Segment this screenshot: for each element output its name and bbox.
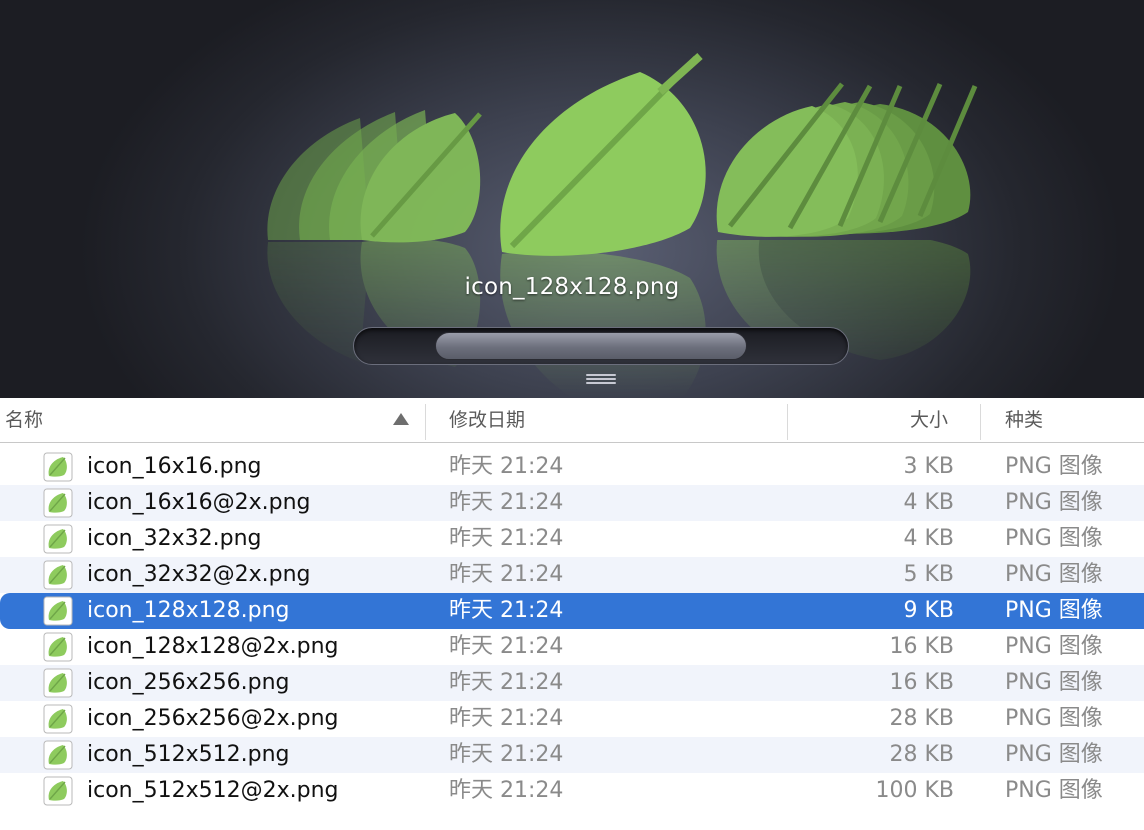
file-kind: PNG 图像: [1005, 454, 1103, 479]
file-size: 4 KB: [903, 490, 954, 515]
file-name: icon_128x128.png: [87, 598, 290, 623]
column-header-size[interactable]: 大小: [910, 398, 948, 442]
file-size: 28 KB: [889, 706, 954, 731]
preview-file-name: icon_128x128.png: [464, 274, 680, 300]
leaf-png-icon: [43, 488, 73, 518]
file-row[interactable]: icon_32x32.png 昨天 21:24 4 KB PNG 图像: [0, 521, 1144, 557]
file-name: icon_256x256.png: [87, 670, 290, 695]
file-size: 4 KB: [903, 526, 954, 551]
file-row[interactable]: icon_128x128@2x.png 昨天 21:24 16 KB PNG 图…: [0, 629, 1144, 665]
leaf-png-icon: [43, 668, 73, 698]
cover-right-stack: [716, 82, 978, 237]
column-header-date[interactable]: 修改日期: [449, 398, 525, 442]
leaf-png-icon: [43, 704, 73, 734]
file-date: 昨天 21:24: [449, 562, 564, 587]
column-divider[interactable]: [980, 404, 981, 440]
leaf-png-icon: [43, 740, 73, 770]
file-kind: PNG 图像: [1005, 742, 1103, 767]
cover-flow-scroll-thumb[interactable]: [435, 332, 747, 360]
column-header-kind[interactable]: 种类: [1005, 398, 1043, 442]
file-date: 昨天 21:24: [449, 706, 564, 731]
file-size: 28 KB: [889, 742, 954, 767]
file-name: icon_16x16.png: [87, 454, 262, 479]
leaf-png-icon: [43, 452, 73, 482]
file-name: icon_128x128@2x.png: [87, 634, 339, 659]
leaf-png-icon: [43, 560, 73, 590]
file-name: icon_256x256@2x.png: [87, 706, 339, 731]
cover-center-leaf: [500, 53, 706, 256]
file-kind: PNG 图像: [1005, 526, 1103, 551]
file-row[interactable]: icon_512x512.png 昨天 21:24 28 KB PNG 图像: [0, 737, 1144, 773]
file-size: 5 KB: [903, 562, 954, 587]
file-kind: PNG 图像: [1005, 670, 1103, 695]
leaf-png-icon: [43, 776, 73, 806]
file-date: 昨天 21:24: [449, 490, 564, 515]
file-kind: PNG 图像: [1005, 490, 1103, 515]
cover-reflections: [267, 230, 971, 398]
file-row[interactable]: icon_32x32@2x.png 昨天 21:24 5 KB PNG 图像: [0, 557, 1144, 593]
file-kind: PNG 图像: [1005, 706, 1103, 731]
file-name: icon_32x32.png: [87, 526, 262, 551]
file-row-selected[interactable]: icon_128x128.png 昨天 21:24 9 KB PNG 图像: [0, 593, 1144, 629]
cover-flow-scrollbar[interactable]: [353, 327, 849, 365]
cover-left-stack: [267, 110, 482, 243]
file-date: 昨天 21:24: [449, 670, 564, 695]
file-row[interactable]: icon_512x512@2x.png 昨天 21:24 100 KB PNG …: [0, 773, 1144, 809]
file-row[interactable]: icon_256x256@2x.png 昨天 21:24 28 KB PNG 图…: [0, 701, 1144, 737]
list-header: 名称 修改日期 大小 种类: [0, 398, 1144, 443]
leaf-png-icon: [43, 524, 73, 554]
file-date: 昨天 21:24: [449, 634, 564, 659]
file-size: 16 KB: [889, 634, 954, 659]
file-name: icon_16x16@2x.png: [87, 490, 311, 515]
resize-grip-icon[interactable]: [586, 374, 616, 386]
file-name: icon_512x512.png: [87, 742, 290, 767]
sort-ascending-icon[interactable]: [393, 413, 409, 425]
file-size: 9 KB: [903, 598, 954, 623]
file-name: icon_32x32@2x.png: [87, 562, 311, 587]
file-date: 昨天 21:24: [449, 526, 564, 551]
leaf-png-icon: [43, 632, 73, 662]
file-date: 昨天 21:24: [449, 454, 564, 479]
file-size: 100 KB: [875, 778, 954, 803]
column-header-name[interactable]: 名称: [5, 398, 43, 442]
file-date: 昨天 21:24: [449, 598, 564, 623]
file-date: 昨天 21:24: [449, 778, 564, 803]
file-size: 3 KB: [903, 454, 954, 479]
file-date: 昨天 21:24: [449, 742, 564, 767]
file-kind: PNG 图像: [1005, 778, 1103, 803]
file-row[interactable]: icon_16x16@2x.png 昨天 21:24 4 KB PNG 图像: [0, 485, 1144, 521]
file-kind: PNG 图像: [1005, 598, 1103, 623]
column-divider[interactable]: [425, 404, 426, 440]
file-row[interactable]: icon_256x256.png 昨天 21:24 16 KB PNG 图像: [0, 665, 1144, 701]
file-kind: PNG 图像: [1005, 634, 1103, 659]
file-row[interactable]: icon_16x16.png 昨天 21:24 3 KB PNG 图像: [0, 449, 1144, 485]
file-kind: PNG 图像: [1005, 562, 1103, 587]
file-list: icon_16x16.png 昨天 21:24 3 KB PNG 图像 icon…: [0, 449, 1144, 809]
leaf-png-icon: [43, 596, 73, 626]
cover-flow-preview[interactable]: icon_128x128.png: [0, 0, 1144, 398]
column-divider[interactable]: [787, 404, 788, 440]
file-name: icon_512x512@2x.png: [87, 778, 339, 803]
file-size: 16 KB: [889, 670, 954, 695]
